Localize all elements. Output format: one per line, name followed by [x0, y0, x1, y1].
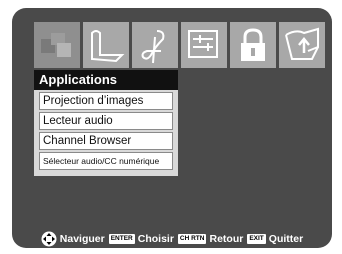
navigate-label: Naviguer — [59, 233, 105, 245]
dpad-icon — [41, 231, 57, 247]
menu-title: Applications — [34, 70, 178, 90]
tab-sound[interactable] — [132, 22, 178, 68]
setup-icon — [285, 27, 319, 60]
sliders-icon — [188, 30, 218, 58]
menu-item-digital-audio-cc-selector[interactable]: Sélecteur audio/CC numérique — [39, 152, 173, 170]
puzzle-pieces-icon — [41, 33, 71, 57]
menu-item-channel-browser[interactable]: Channel Browser — [39, 132, 173, 150]
menu-item-picture-viewer[interactable]: Projection d’images — [39, 92, 173, 110]
tab-preferences[interactable] — [181, 22, 227, 68]
category-icon-bar — [34, 22, 326, 68]
lock-icon — [241, 28, 265, 61]
exit-key: EXIT — [247, 234, 266, 244]
ch-rtn-key: CH RTN — [177, 234, 207, 244]
choose-label: Choisir — [137, 233, 174, 245]
tab-picture[interactable] — [83, 22, 129, 68]
tab-locks[interactable] — [230, 22, 276, 68]
tab-setup[interactable] — [279, 22, 325, 68]
menu-item-list: Projection d’images Lecteur audio Channe… — [34, 90, 178, 176]
picture-icon — [91, 30, 125, 63]
return-label: Retour — [209, 233, 244, 245]
tab-applications[interactable] — [34, 22, 80, 68]
music-note-icon — [141, 30, 165, 64]
button-guide-bar: Naviguer ENTER Choisir CH RTN Retour EXI… — [12, 231, 332, 247]
enter-key: ENTER — [108, 234, 135, 244]
applications-menu: Applications Projection d’images Lecteur… — [34, 70, 178, 176]
menu-item-audio-player[interactable]: Lecteur audio — [39, 112, 173, 130]
tv-menu-screen: Applications Projection d’images Lecteur… — [12, 8, 332, 248]
quit-label: Quitter — [268, 233, 304, 245]
